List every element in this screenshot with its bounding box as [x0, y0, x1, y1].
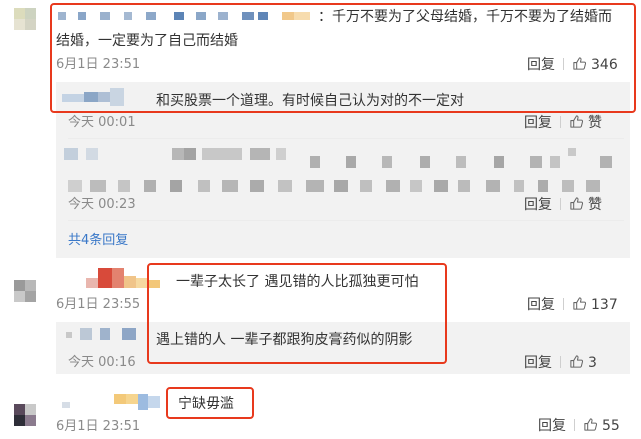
reply-text: 遇上错的人 一辈子都跟狗皮膏药似的阴影: [156, 332, 413, 348]
username-mosaic[interactable]: [62, 392, 162, 412]
reply-username-mosaic[interactable]: [62, 88, 132, 106]
more-replies-link[interactable]: 共4条回复: [68, 232, 128, 250]
like-count: 赞: [588, 115, 602, 131]
reply-timestamp: 今天 00:16: [68, 355, 136, 370]
like-button[interactable]: 3: [569, 355, 597, 371]
divider: [68, 138, 624, 139]
reply-thread: 和买股票一个道理。有时候自己认为对的不一定对 今天 00:01 回复赞 今天 0…: [56, 82, 630, 258]
like-count: 137: [591, 297, 618, 313]
username-mosaic[interactable]: [86, 268, 162, 292]
divider: [560, 198, 561, 210]
comment-actions: 回复 346: [527, 56, 618, 74]
like-count: 55: [602, 418, 620, 434]
like-count: 346: [591, 57, 618, 73]
like-count: 赞: [588, 197, 602, 213]
comment-text: 宁缺毋滥: [178, 396, 234, 412]
reply-timestamp: 今天 00:23: [68, 197, 136, 212]
divider: [560, 116, 561, 128]
timestamp: 6月1日 23:51: [56, 419, 141, 434]
timestamp: 6月1日 23:51: [56, 57, 141, 72]
avatar[interactable]: [14, 8, 36, 30]
reply-button[interactable]: 回复: [524, 115, 552, 131]
reply-timestamp: 今天 00:01: [68, 115, 136, 130]
thumbs-up-icon: [570, 355, 584, 368]
thumbs-up-icon: [570, 197, 584, 210]
comment-text: 一辈子太长了 遇见错的人比孤独更可怕: [176, 274, 419, 290]
reply-button[interactable]: 回复: [524, 355, 552, 371]
comment-text-line2: 结婚，一定要为了自己而结婚: [56, 33, 238, 49]
reply-button[interactable]: 回复: [527, 57, 555, 73]
reply-button[interactable]: 回复: [538, 418, 566, 434]
username-mosaic[interactable]: [58, 12, 320, 24]
thumbs-up-icon: [573, 57, 587, 70]
like-button[interactable]: 137: [572, 297, 618, 313]
like-button[interactable]: 55: [583, 418, 620, 434]
thumbs-up-icon: [573, 297, 587, 310]
divider: [560, 356, 561, 368]
like-button[interactable]: 346: [572, 57, 618, 73]
thumbs-up-icon: [584, 418, 598, 431]
like-count: 3: [588, 355, 597, 371]
censored-reply-mosaic: [60, 144, 626, 200]
reply-username-mosaic[interactable]: [66, 328, 146, 342]
avatar[interactable]: [14, 280, 36, 302]
reply-button[interactable]: 回复: [527, 297, 555, 313]
comment-text-line1: ：千万不要为了父母结婚，千万不要为了结婚而: [318, 9, 612, 25]
divider: [563, 298, 564, 310]
reply-actions: 回复 赞: [524, 196, 602, 214]
comment-actions: 回复 137: [527, 296, 618, 314]
thumbs-up-icon: [570, 115, 584, 128]
reply-button[interactable]: 回复: [524, 197, 552, 213]
avatar[interactable]: [14, 404, 36, 426]
reply-actions: 回复 赞: [524, 114, 602, 132]
divider: [563, 58, 564, 70]
like-button[interactable]: 赞: [569, 115, 602, 131]
timestamp: 6月1日 23:55: [56, 297, 141, 312]
comment-actions: 回复 55: [538, 417, 620, 435]
like-button[interactable]: 赞: [569, 197, 602, 213]
reply-thread: 遇上错的人 一辈子都跟狗皮膏药似的阴影 今天 00:16 回复 3: [56, 322, 630, 374]
divider: [68, 220, 624, 221]
reply-text: 和买股票一个道理。有时候自己认为对的不一定对: [156, 93, 464, 109]
reply-actions: 回复 3: [524, 354, 597, 372]
divider: [574, 419, 575, 431]
